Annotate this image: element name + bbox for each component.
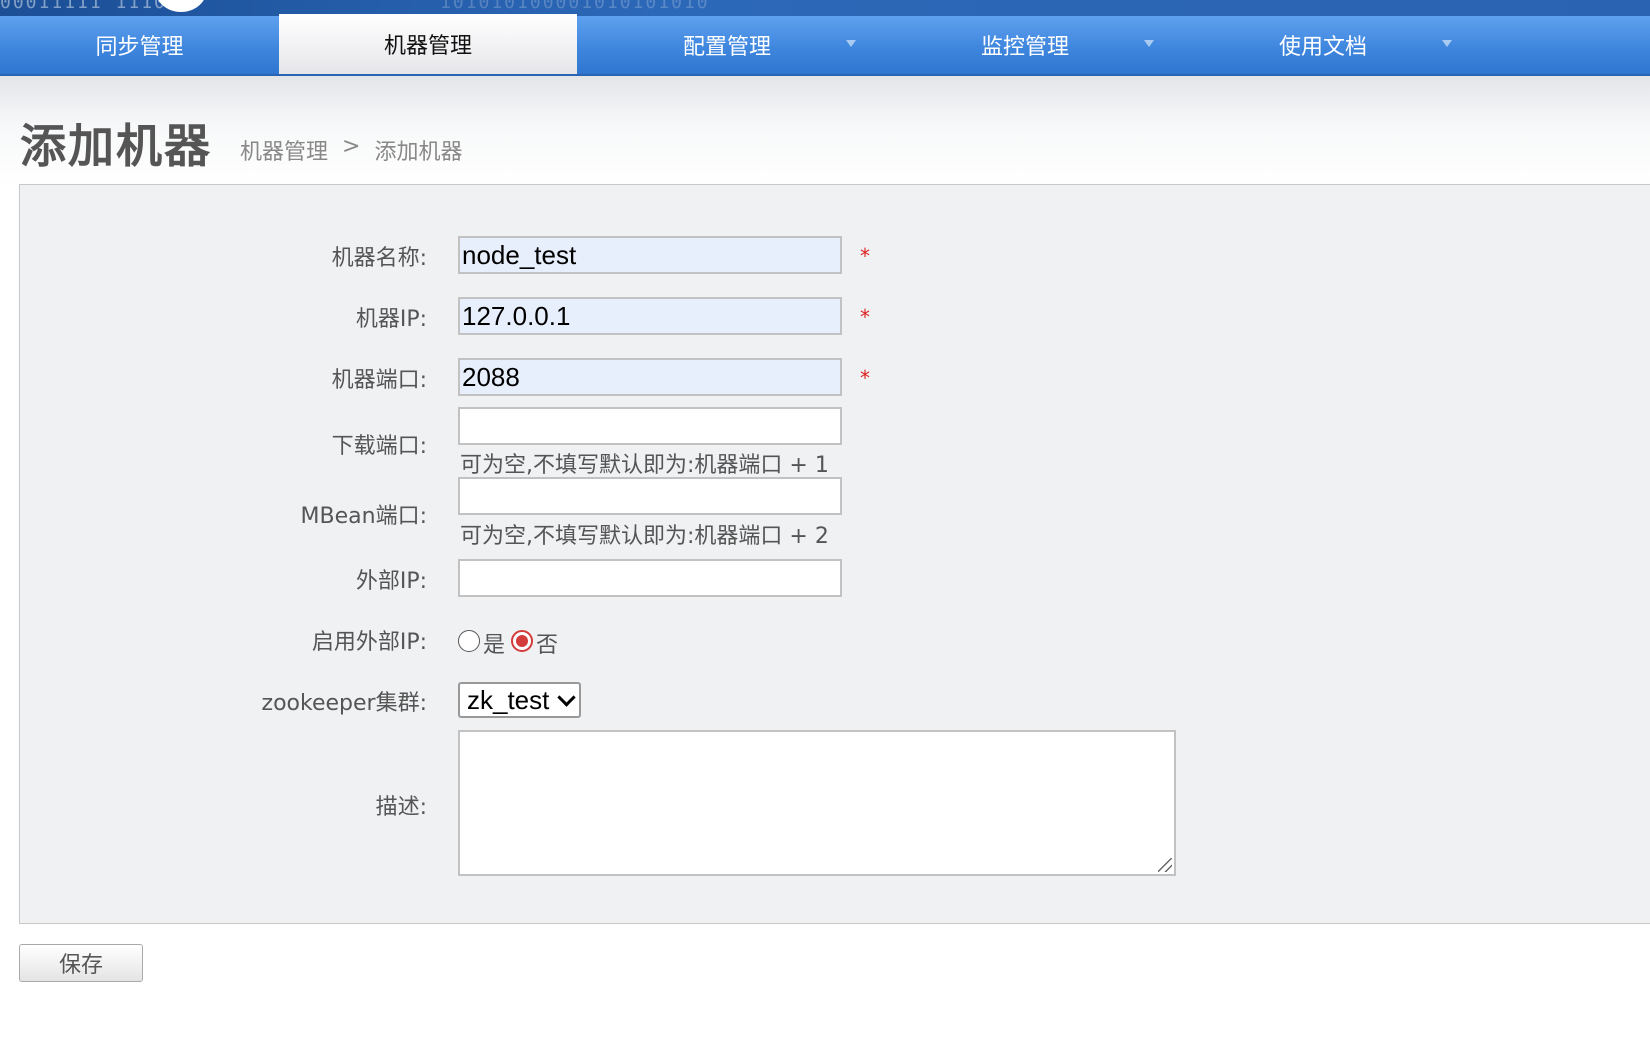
- machine-ip-label: 机器IP:: [355, 307, 427, 332]
- download-port-label: 下载端口:: [331, 434, 427, 459]
- download-port-hint: 可为空,不填写默认即为:机器端口 + 1: [460, 453, 829, 478]
- chevron-down-icon: [557, 687, 576, 707]
- caret-down-icon: [846, 40, 856, 47]
- nav-item-monitor[interactable]: 监控管理: [876, 16, 1174, 74]
- radio-no-label: 否: [536, 633, 559, 658]
- zookeeper-cluster-label: zookeeper集群:: [261, 691, 427, 716]
- save-button-label: 保存: [58, 953, 103, 978]
- banner-digits: 00011111 1110: [0, 0, 167, 13]
- page-title: 添加机器: [20, 119, 212, 173]
- required-mark: *: [860, 305, 870, 329]
- radio-yes[interactable]: [458, 630, 480, 652]
- description-label: 描述:: [375, 795, 427, 820]
- machine-port-input[interactable]: [458, 358, 842, 396]
- top-banner: 00011111 1110 101010100001010101010: [0, 0, 1650, 16]
- breadcrumb-current: 添加机器: [374, 140, 463, 165]
- mbean-port-input[interactable]: [458, 477, 842, 515]
- machine-name-label: 机器名称:: [331, 246, 427, 271]
- banner-digits-faint: 101010100001010101010: [440, 0, 710, 13]
- enable-external-ip-radio-group: 是 否: [458, 623, 564, 659]
- breadcrumb-link-machine[interactable]: 机器管理: [240, 134, 328, 166]
- required-mark: *: [860, 366, 870, 390]
- zookeeper-cluster-selected: zk_test: [467, 684, 550, 715]
- machine-port-label: 机器端口:: [331, 368, 427, 393]
- caret-down-icon: [1144, 40, 1154, 47]
- nav-item-docs[interactable]: 使用文档: [1174, 16, 1472, 74]
- nav-item-label: 使用文档: [1278, 35, 1367, 60]
- nav-item-label: 机器管理: [383, 34, 472, 59]
- save-button[interactable]: 保存: [19, 944, 143, 982]
- radio-no[interactable]: [511, 630, 534, 652]
- header-band: [0, 76, 1650, 186]
- description-textarea[interactable]: [458, 730, 1176, 876]
- mbean-port-label: MBean端口:: [300, 504, 427, 529]
- radio-yes-label: 是: [483, 633, 506, 658]
- required-mark: *: [860, 244, 870, 268]
- machine-ip-input[interactable]: [458, 297, 842, 335]
- breadcrumb: 机器管理 > 添加机器: [240, 134, 462, 166]
- main-nav: 同步管理 机器管理 配置管理 监控管理 使用文档: [0, 14, 1650, 76]
- nav-item-sync[interactable]: 同步管理: [0, 16, 279, 74]
- resize-grip-icon[interactable]: [1158, 858, 1172, 872]
- nav-item-label: 配置管理: [682, 35, 771, 60]
- machine-name-input[interactable]: [458, 236, 842, 274]
- nav-item-label: 同步管理: [95, 35, 184, 60]
- caret-down-icon: [1442, 40, 1452, 47]
- enable-external-ip-label: 启用外部IP:: [311, 630, 427, 655]
- mbean-port-hint: 可为空,不填写默认即为:机器端口 + 2: [460, 524, 829, 549]
- nav-item-label: 监控管理: [980, 35, 1069, 60]
- external-ip-input[interactable]: [458, 559, 842, 597]
- breadcrumb-separator: >: [342, 134, 361, 159]
- zookeeper-cluster-select[interactable]: zk_test: [458, 682, 581, 718]
- download-port-input[interactable]: [458, 407, 842, 445]
- nav-item-machine[interactable]: 机器管理: [279, 14, 577, 74]
- nav-item-config[interactable]: 配置管理: [578, 16, 876, 74]
- external-ip-label: 外部IP:: [355, 569, 427, 594]
